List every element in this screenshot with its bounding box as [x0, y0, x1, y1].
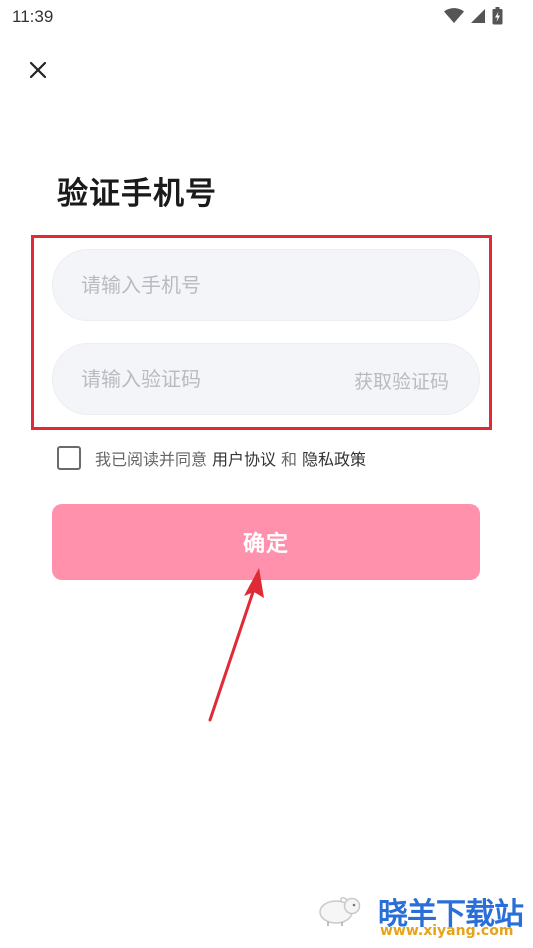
close-icon	[29, 61, 47, 79]
privacy-policy-link[interactable]: 隐私政策	[302, 446, 366, 470]
page-title: 验证手机号	[57, 176, 217, 212]
status-time: 11:39	[12, 7, 54, 26]
sheep-logo-icon	[319, 897, 361, 926]
annotation-arrow	[208, 568, 264, 722]
agreement-checkbox[interactable]	[57, 446, 81, 470]
confirm-button[interactable]: 确定	[52, 504, 480, 580]
user-agreement-link[interactable]: 用户协议	[212, 446, 276, 470]
agreement-conjunction: 和	[281, 450, 298, 469]
verification-code-input[interactable]	[81, 344, 321, 414]
watermark-url: www.xiyang.com	[380, 923, 514, 939]
code-field-container: 获取验证码	[52, 343, 480, 415]
status-icons	[444, 7, 503, 25]
cellular-signal-icon	[471, 9, 485, 23]
wifi-icon	[444, 8, 464, 23]
status-bar: 11:39	[0, 0, 533, 34]
watermark: 晓羊下载站 www.xiyang.com	[300, 885, 533, 948]
agreement-prefix-text: 我已阅读并同意	[95, 450, 208, 469]
close-button[interactable]	[24, 56, 52, 84]
agreement-row: 我已阅读并同意 用户协议 和 隐私政策	[57, 445, 366, 471]
get-code-button[interactable]: 获取验证码	[354, 367, 449, 394]
phone-field-container	[52, 249, 480, 321]
battery-icon	[492, 7, 503, 25]
phone-input[interactable]	[81, 250, 453, 320]
